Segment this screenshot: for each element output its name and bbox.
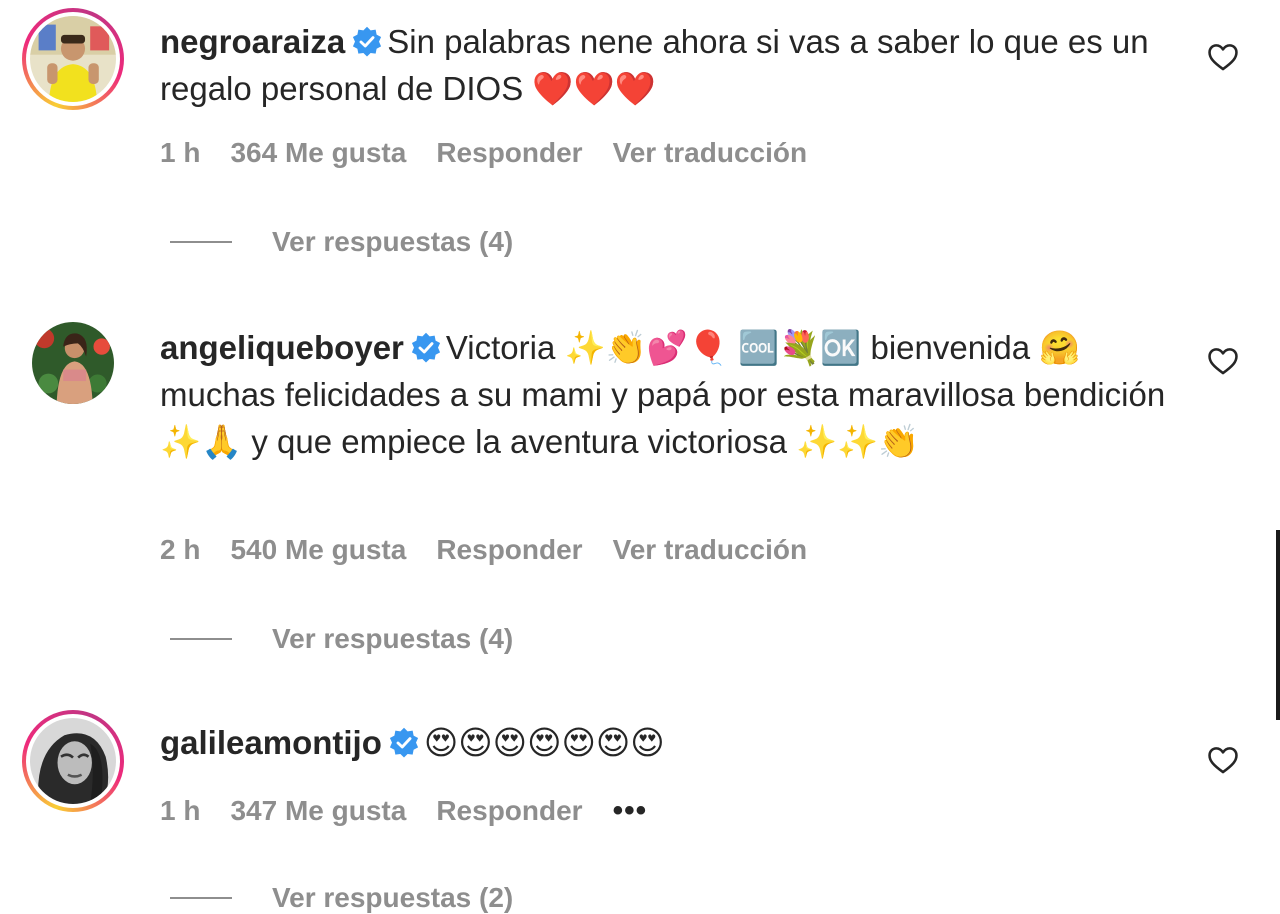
scrollbar[interactable] xyxy=(1276,530,1280,720)
more-options-icon[interactable]: ••• xyxy=(613,794,648,827)
verified-badge-icon xyxy=(388,727,420,759)
view-replies-button[interactable]: Ver respuestas (4) xyxy=(170,226,513,258)
comment-body: negroaraiza Sin palabras nene ahora si va… xyxy=(160,18,1170,112)
avatar-image xyxy=(32,322,114,404)
avatar-image xyxy=(30,718,116,804)
see-translation-button[interactable]: Ver traducción xyxy=(613,137,808,168)
comment-likes[interactable]: 364 Me gusta xyxy=(230,137,406,168)
heart-outline-icon[interactable] xyxy=(1206,743,1240,777)
reply-button[interactable]: Responder xyxy=(436,534,582,565)
avatar-image xyxy=(30,16,116,102)
reply-button[interactable]: Responder xyxy=(436,795,582,826)
view-replies-label: Ver respuestas (2) xyxy=(272,882,514,913)
comment-body: galileamontijo 😍😍😍😍😍😍😍 xyxy=(160,719,1170,766)
comment-time[interactable]: 1 h xyxy=(160,795,200,826)
view-replies-label: Ver respuestas (4) xyxy=(272,226,514,257)
comment-body: angeliqueboyer Victoria ✨👏💕🎈 🆒💐🆗 bienveni… xyxy=(160,324,1170,465)
comment-likes[interactable]: 347 Me gusta xyxy=(230,795,406,826)
comment-likes[interactable]: 540 Me gusta xyxy=(230,534,406,565)
view-replies-label: Ver respuestas (4) xyxy=(272,623,514,654)
comment-meta: 2 h 540 Me gusta Responder Ver traducción xyxy=(160,534,837,566)
comment-username[interactable]: angeliqueboyer xyxy=(160,329,404,366)
avatar[interactable] xyxy=(22,8,124,110)
comment-meta: 1 h 364 Me gusta Responder Ver traducción xyxy=(160,137,837,169)
comment-meta: 1 h 347 Me gusta Responder ••• xyxy=(160,794,677,828)
verified-badge-icon xyxy=(351,26,383,58)
verified-badge-icon xyxy=(410,332,442,364)
reply-button[interactable]: Responder xyxy=(436,137,582,168)
view-replies-button[interactable]: Ver respuestas (2) xyxy=(170,882,513,914)
comment-time[interactable]: 2 h xyxy=(160,534,200,565)
avatar[interactable] xyxy=(32,322,114,404)
replies-divider xyxy=(170,637,232,640)
comment-text: 😍😍😍😍😍😍😍 xyxy=(423,724,665,761)
heart-outline-icon[interactable] xyxy=(1206,40,1240,74)
replies-divider xyxy=(170,240,232,243)
replies-divider xyxy=(170,896,232,899)
see-translation-button[interactable]: Ver traducción xyxy=(613,534,808,565)
heart-outline-icon[interactable] xyxy=(1206,344,1240,378)
view-replies-button[interactable]: Ver respuestas (4) xyxy=(170,623,513,655)
avatar[interactable] xyxy=(22,710,124,812)
comment-username[interactable]: galileamontijo xyxy=(160,724,382,761)
comment-time[interactable]: 1 h xyxy=(160,137,200,168)
comment-username[interactable]: negroaraiza xyxy=(160,23,345,60)
